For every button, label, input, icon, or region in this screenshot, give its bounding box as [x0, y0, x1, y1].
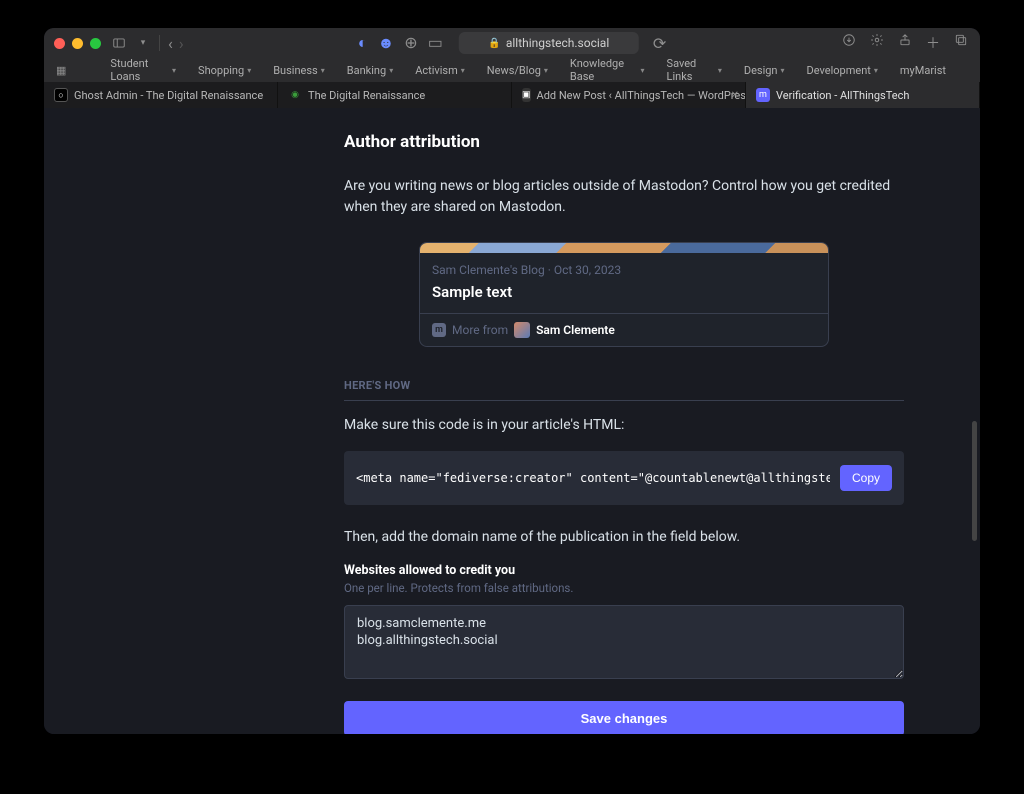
main-content: Author attribution Are you writing news … [344, 108, 904, 734]
attribution-preview-card: Sam Clemente's Blog · Oct 30, 2023 Sampl… [419, 242, 829, 347]
reader-icon[interactable]: ▭ [428, 33, 443, 53]
tab-strip: ○ Ghost Admin - The Digital Renaissance … [44, 82, 980, 108]
mastodon-badge-icon: m [432, 323, 446, 337]
code-snippet: <meta name="fediverse:creator" content="… [356, 471, 830, 485]
wordpress-icon: ▣ [522, 88, 531, 102]
browser-tab[interactable]: ○ Ghost Admin - The Digital Renaissance [44, 82, 278, 108]
reload-button[interactable]: ⟳ [653, 34, 666, 53]
sidebar-toggle-icon[interactable] [111, 35, 127, 51]
author-name: Sam Clemente [536, 323, 615, 337]
privacy-icon[interactable]: ☻ [377, 33, 394, 53]
tab-title: Ghost Admin - The Digital Renaissance [74, 89, 263, 102]
page-title: Author attribution [344, 132, 904, 152]
bookmark-item[interactable]: Shopping▾ [198, 64, 251, 77]
site-icon: ◉ [288, 88, 302, 102]
bookmark-item[interactable]: News/Blog▾ [487, 64, 548, 77]
bookmark-bar: ▦ Student Loans▾ Shopping▾ Business▾ Ban… [44, 58, 980, 82]
translate-icon[interactable]: ⊕ [404, 33, 417, 53]
toolbar-right: ＋ [842, 33, 968, 53]
new-tab-icon[interactable]: ＋ [926, 33, 940, 53]
window-controls [54, 38, 101, 49]
preview-title: Sample text [432, 283, 816, 301]
bookmark-item[interactable]: Design▾ [744, 64, 785, 77]
url-text: allthingstech.social [506, 36, 609, 50]
bookmark-item[interactable]: Business▾ [273, 64, 325, 77]
toolbar-left: ▾ ‹ › [111, 34, 184, 53]
address-bar[interactable]: 🔒 allthingstech.social [459, 32, 639, 54]
lock-icon: 🔒 [488, 38, 500, 49]
tab-title: Verification - AllThingsTech [776, 89, 909, 102]
mastodon-icon: m [756, 88, 770, 102]
preview-footer: m More from Sam Clemente [420, 313, 828, 346]
tab-title: The Digital Renaissance [308, 89, 425, 102]
domains-textarea[interactable] [344, 605, 904, 679]
browser-tab-active[interactable]: m Verification - AllThingsTech [746, 82, 980, 108]
forward-button[interactable]: › [179, 34, 184, 53]
preview-meta: Sam Clemente's Blog · Oct 30, 2023 [432, 263, 816, 277]
domains-label: Websites allowed to credit you [344, 563, 904, 578]
address-area: ◐ ☻ ⊕ ▭ 🔒 allthingstech.social ⟳ [358, 32, 666, 54]
more-from-label: More from [452, 323, 508, 337]
bookmark-item[interactable]: Development▾ [807, 64, 878, 77]
instruction-1: Make sure this code is in your article's… [344, 417, 904, 433]
bookmark-item[interactable]: Activism▾ [415, 64, 465, 77]
tab-title: Add New Post ‹ AllThingsTech — WordPress [537, 89, 746, 102]
downloads-icon[interactable] [842, 33, 856, 53]
how-header: HERE'S HOW [344, 379, 904, 401]
bookmark-item[interactable]: Saved Links▾ [667, 57, 722, 83]
preview-image [420, 243, 828, 253]
instruction-2: Then, add the domain name of the publica… [344, 529, 904, 545]
domains-hint: One per line. Protects from false attrib… [344, 581, 904, 595]
share-icon[interactable] [898, 33, 912, 53]
page-lead: Are you writing news or blog articles ou… [344, 176, 904, 218]
browser-tab[interactable]: ◉ The Digital Renaissance [278, 82, 512, 108]
shield-icon[interactable]: ◐ [358, 33, 368, 53]
settings-icon[interactable] [870, 33, 884, 53]
avatar [514, 322, 530, 338]
browser-tab[interactable]: ▣ Add New Post ‹ AllThingsTech — WordPre… [512, 82, 746, 108]
bookmark-item[interactable]: Knowledge Base▾ [570, 57, 645, 83]
ghost-icon: ○ [54, 88, 68, 102]
save-changes-button[interactable]: Save changes [344, 701, 904, 734]
close-tab-icon[interactable]: ✕ [731, 90, 739, 101]
tab-overview-icon[interactable] [954, 33, 968, 53]
copy-button[interactable]: Copy [840, 465, 892, 491]
close-window-button[interactable] [54, 38, 65, 49]
bookmark-item[interactable]: myMarist [900, 64, 946, 77]
chevron-down-icon[interactable]: ▾ [135, 35, 151, 51]
back-button[interactable]: ‹ [168, 34, 173, 53]
title-bar: ▾ ‹ › ◐ ☻ ⊕ ▭ 🔒 allthingstech.social ⟳ [44, 28, 980, 58]
code-snippet-box: <meta name="fediverse:creator" content="… [344, 451, 904, 505]
bookmark-item[interactable]: Student Loans▾ [110, 57, 176, 83]
bookmark-item[interactable]: Banking▾ [347, 64, 393, 77]
minimize-window-button[interactable] [72, 38, 83, 49]
apps-icon[interactable]: ▦ [56, 64, 66, 77]
scrollbar[interactable] [972, 421, 977, 541]
browser-window: ▾ ‹ › ◐ ☻ ⊕ ▭ 🔒 allthingstech.social ⟳ [44, 28, 980, 734]
maximize-window-button[interactable] [90, 38, 101, 49]
page-viewport[interactable]: Author attribution Are you writing news … [44, 108, 980, 734]
